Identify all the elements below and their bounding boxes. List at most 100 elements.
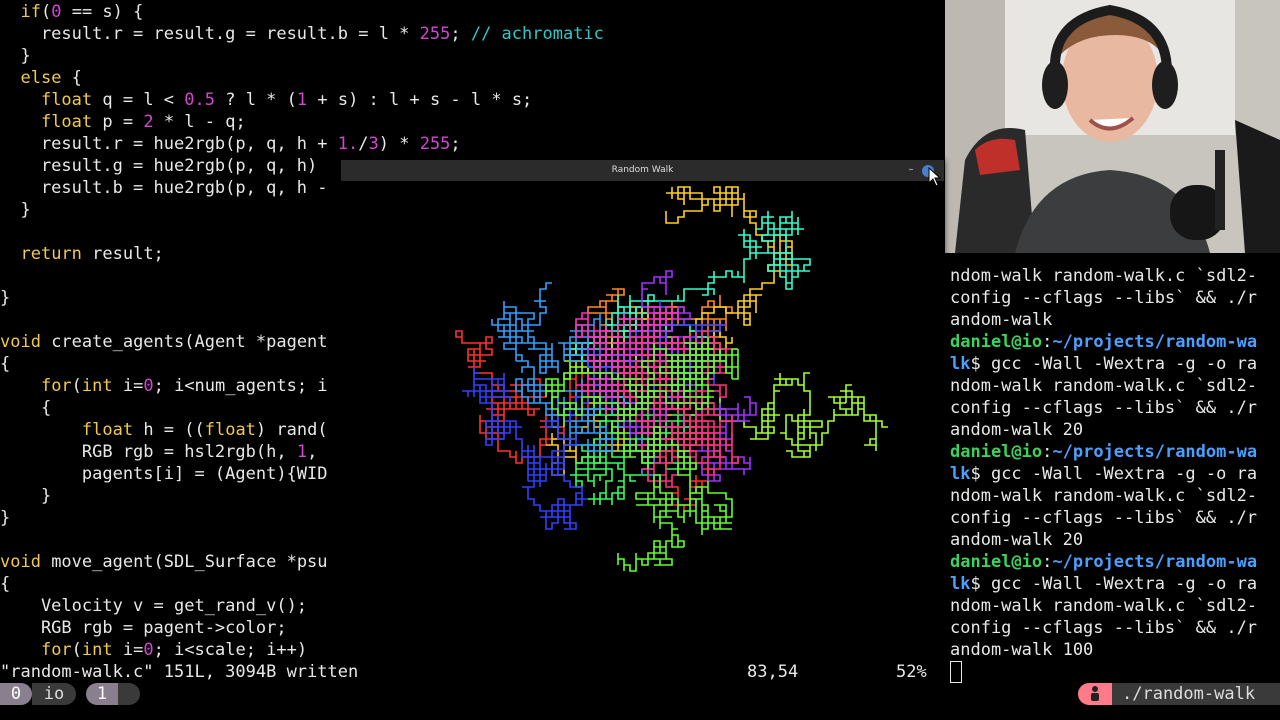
- tmux-session-name[interactable]: io: [32, 683, 76, 705]
- code-token: result.b = hue2rgb(p, q, h -: [0, 178, 328, 198]
- code-token: ) *: [378, 134, 420, 154]
- code-token: 1.: [337, 134, 359, 154]
- code-token: if: [20, 2, 41, 22]
- terminal-line: lk$ gcc -Wall -Wextra -g -o ra: [950, 463, 1257, 485]
- walk-path: [587, 301, 726, 404]
- terminal-line: daniel@io:~/projects/random-wa: [950, 331, 1257, 353]
- code-token: 0: [143, 640, 154, 660]
- code-token: pagents[i] = (Agent){WID: [0, 464, 328, 484]
- code-token: return: [20, 244, 82, 264]
- code-line: {: [0, 397, 51, 419]
- terminal-line: andom-walk 20: [950, 529, 1083, 551]
- code-line: void create_agents(Agent *pagent: [0, 331, 328, 353]
- terminal-line: config --cflags --libs` && ./r: [950, 287, 1257, 309]
- code-token: }: [0, 46, 31, 66]
- code-token: float: [81, 420, 134, 440]
- terminal-token: :: [1042, 332, 1053, 352]
- terminal-line: ndom-walk random-walk.c `sdl2-: [950, 595, 1257, 617]
- code-token: ? l * (: [214, 90, 297, 110]
- terminal-token: daniel@io: [950, 332, 1043, 352]
- terminal-token: lk: [950, 574, 971, 594]
- terminal-line: andom-walk 100: [950, 639, 1093, 661]
- code-token: ;: [450, 24, 471, 44]
- terminal-line: config --cflags --libs` && ./r: [950, 617, 1257, 639]
- minimize-button[interactable]: –: [904, 163, 918, 177]
- code-token: }: [0, 508, 11, 528]
- code-token: q = l <: [92, 90, 185, 110]
- code-token: // achromatic: [470, 24, 604, 44]
- code-token: 255: [419, 24, 451, 44]
- terminal-token: $ gcc -Wall -Wextra -g -o ra: [970, 354, 1258, 374]
- code-line: return result;: [0, 243, 164, 265]
- tmux-window-index[interactable]: 0: [0, 683, 32, 705]
- code-line: }: [0, 45, 31, 67]
- terminal-line: andom-walk: [950, 309, 1052, 331]
- code-line: result.r = hue2rgb(p, q, h + 1./3) * 255…: [0, 133, 461, 155]
- terminal-line: config --cflags --libs` && ./r: [950, 397, 1257, 419]
- code-token: RGB rgb = hsl2rgb(h,: [0, 442, 297, 462]
- terminal-token: ndom-walk random-walk.c `sdl2-: [950, 266, 1258, 286]
- code-token: 1: [296, 90, 308, 110]
- code-token: (: [40, 2, 52, 22]
- vim-cursor-position: 83,54: [747, 662, 799, 682]
- terminal-token: andom-walk 20: [950, 420, 1084, 440]
- code-token: h = ((: [133, 420, 205, 440]
- terminal-pane[interactable]: ndom-walk random-walk.c `sdl2- config --c…: [945, 253, 1280, 683]
- code-token: result;: [81, 244, 164, 264]
- terminal-line: lk$ gcc -Wall -Wextra -g -o ra: [950, 573, 1257, 595]
- terminal-token: config --cflags --libs` && ./r: [950, 618, 1258, 638]
- terminal-token: andom-walk 20: [950, 530, 1084, 550]
- walk-path: [635, 367, 703, 470]
- code-token: i=: [112, 640, 144, 660]
- code-token: 0: [51, 2, 62, 22]
- code-line: }: [0, 287, 10, 309]
- person-icon: [1078, 683, 1112, 705]
- code-token: Velocity v = get_rand_v();: [0, 596, 308, 616]
- code-token: * l - q;: [153, 112, 246, 132]
- terminal-token: andom-walk: [950, 310, 1053, 330]
- code-line: }: [0, 507, 10, 529]
- code-line: result.g = hue2rgb(p, q, h): [0, 155, 328, 177]
- code-token: ; i<scale; i++): [153, 640, 308, 660]
- window-titlebar[interactable]: Random Walk –: [341, 160, 944, 181]
- terminal-line: daniel@io:~/projects/random-wa: [950, 551, 1257, 573]
- code-token: {: [0, 574, 11, 594]
- terminal-token: ~/projects/random-wa: [1052, 332, 1258, 352]
- tmux-active-window-tab[interactable]: [118, 683, 140, 705]
- code-token: else: [20, 68, 62, 88]
- code-token: for: [40, 640, 72, 660]
- code-token: ) rand(: [255, 420, 328, 440]
- code-token: 2: [143, 112, 154, 132]
- random-walk-window[interactable]: Random Walk –: [341, 160, 944, 582]
- code-token: float: [40, 90, 93, 110]
- code-token: float: [204, 420, 256, 440]
- code-line: pagents[i] = (Agent){WID: [0, 463, 328, 485]
- code-token: int: [81, 376, 113, 396]
- terminal-token: ndom-walk random-walk.c `sdl2-: [950, 596, 1258, 616]
- code-token: {: [0, 398, 52, 418]
- code-token: RGB rgb = pagent->color;: [0, 618, 287, 638]
- code-token: move_agent(SDL_Surface *psu: [40, 552, 328, 572]
- code-token: 0.5: [184, 90, 215, 110]
- terminal-line: ndom-walk random-walk.c `sdl2-: [950, 485, 1257, 507]
- webcam-video: [945, 0, 1280, 253]
- window-title: Random Walk: [611, 165, 674, 175]
- terminal-cursor: [950, 661, 962, 683]
- walk-path: [575, 306, 703, 410]
- terminal-token: daniel@io: [950, 552, 1043, 572]
- code-line: {: [0, 573, 10, 595]
- code-token: 3: [368, 134, 379, 154]
- terminal-line: ndom-walk random-walk.c `sdl2-: [950, 265, 1257, 287]
- tmux-active-window-index[interactable]: 1: [86, 683, 118, 705]
- code-line: RGB rgb = hsl2rgb(h, 1,: [0, 441, 317, 463]
- code-token: {: [61, 68, 82, 88]
- code-line: void move_agent(SDL_Surface *psu: [0, 551, 328, 573]
- code-line: float h = ((float) rand(: [0, 419, 328, 441]
- code-token: }: [0, 200, 31, 220]
